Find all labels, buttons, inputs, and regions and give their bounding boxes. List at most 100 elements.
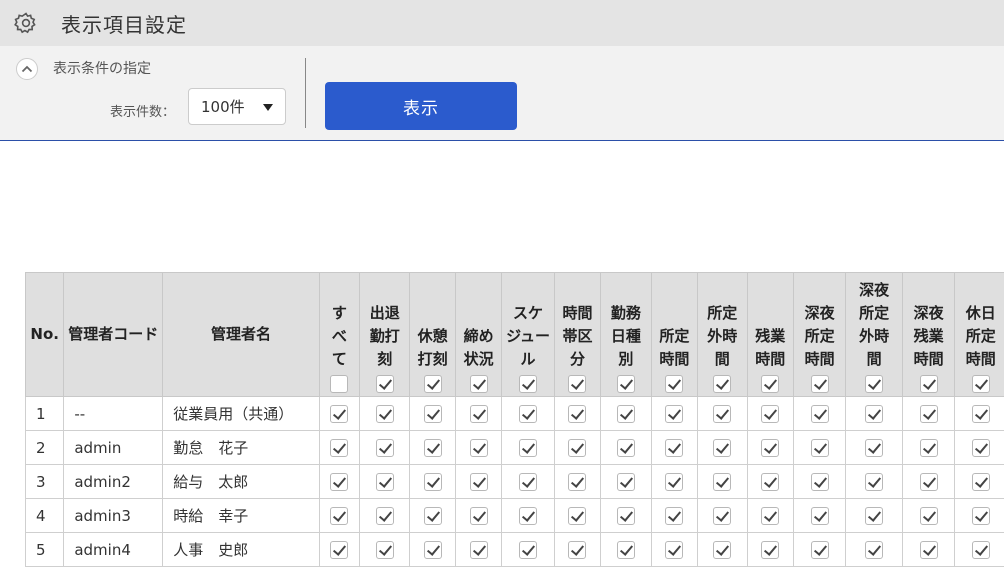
column-header: 出退 勤打 刻	[359, 272, 411, 397]
row-item-checkbox[interactable]	[761, 404, 780, 423]
row-item-checkbox[interactable]	[665, 438, 684, 457]
row-item-checkbox[interactable]	[375, 506, 394, 525]
row-item-checkbox[interactable]	[810, 404, 829, 423]
row-item-checkbox[interactable]	[971, 540, 990, 559]
row-item-checkbox[interactable]	[761, 472, 780, 491]
cell-checkbox	[454, 498, 503, 533]
row-item-checkbox[interactable]	[375, 438, 394, 457]
cell-checkbox	[600, 464, 652, 499]
row-item-checkbox[interactable]	[519, 540, 538, 559]
row-item-checkbox[interactable]	[568, 506, 587, 525]
row-item-checkbox[interactable]	[375, 540, 394, 559]
row-item-checkbox[interactable]	[761, 438, 780, 457]
row-item-checkbox[interactable]	[865, 506, 884, 525]
cell-checkbox	[454, 430, 503, 465]
row-item-checkbox[interactable]	[665, 540, 684, 559]
row-item-checkbox[interactable]	[761, 506, 780, 525]
row-item-checkbox[interactable]	[330, 438, 349, 457]
column-toggle-checkbox[interactable]	[469, 375, 488, 393]
row-item-checkbox[interactable]	[616, 404, 635, 423]
row-item-checkbox[interactable]	[971, 438, 990, 457]
column-toggle-checkbox[interactable]	[971, 375, 990, 393]
row-item-checkbox[interactable]	[810, 506, 829, 525]
row-item-checkbox[interactable]	[519, 506, 538, 525]
row-item-checkbox[interactable]	[568, 438, 587, 457]
row-item-checkbox[interactable]	[423, 506, 442, 525]
row-item-checkbox[interactable]	[330, 404, 349, 423]
column-toggle-checkbox[interactable]	[375, 375, 394, 393]
count-select[interactable]: 100件	[188, 88, 286, 125]
row-item-checkbox[interactable]	[865, 540, 884, 559]
row-item-checkbox[interactable]	[919, 438, 938, 457]
row-item-checkbox[interactable]	[469, 438, 488, 457]
row-item-checkbox[interactable]	[568, 404, 587, 423]
column-toggle-checkbox[interactable]	[665, 375, 684, 393]
row-item-checkbox[interactable]	[665, 472, 684, 491]
column-header-label: 勤務 日種 別	[610, 304, 641, 368]
row-item-checkbox[interactable]	[810, 540, 829, 559]
row-item-checkbox[interactable]	[865, 438, 884, 457]
column-toggle-checkbox[interactable]	[865, 375, 884, 393]
row-item-checkbox[interactable]	[665, 506, 684, 525]
row-item-checkbox[interactable]	[865, 472, 884, 491]
row-item-checkbox[interactable]	[919, 404, 938, 423]
row-item-checkbox[interactable]	[616, 472, 635, 491]
column-toggle-checkbox[interactable]	[713, 375, 732, 393]
row-item-checkbox[interactable]	[423, 472, 442, 491]
row-item-checkbox[interactable]	[761, 540, 780, 559]
row-item-checkbox[interactable]	[423, 404, 442, 423]
row-item-checkbox[interactable]	[919, 506, 938, 525]
row-item-checkbox[interactable]	[568, 540, 587, 559]
row-item-checkbox[interactable]	[519, 404, 538, 423]
column-toggle-checkbox[interactable]	[761, 375, 780, 393]
row-item-checkbox[interactable]	[330, 540, 349, 559]
row-item-checkbox[interactable]	[971, 506, 990, 525]
row-item-checkbox[interactable]	[375, 472, 394, 491]
row-item-checkbox[interactable]	[469, 404, 488, 423]
cell-checkbox	[746, 532, 794, 567]
row-item-checkbox[interactable]	[665, 404, 684, 423]
row-item-checkbox[interactable]	[519, 472, 538, 491]
row-item-checkbox[interactable]	[971, 472, 990, 491]
chevron-up-icon[interactable]	[16, 58, 38, 80]
row-item-checkbox[interactable]	[469, 472, 488, 491]
row-item-checkbox[interactable]	[713, 404, 732, 423]
row-item-checkbox[interactable]	[971, 404, 990, 423]
row-item-checkbox[interactable]	[713, 472, 732, 491]
row-item-checkbox[interactable]	[568, 472, 587, 491]
row-item-checkbox[interactable]	[713, 540, 732, 559]
row-item-checkbox[interactable]	[919, 472, 938, 491]
cell-checkbox	[501, 498, 555, 533]
column-toggle-checkbox[interactable]	[919, 375, 938, 393]
row-item-checkbox[interactable]	[423, 540, 442, 559]
row-item-checkbox[interactable]	[519, 438, 538, 457]
row-item-checkbox[interactable]	[375, 404, 394, 423]
row-item-checkbox[interactable]	[469, 506, 488, 525]
column-header: 休日 所定 時間	[954, 272, 1004, 397]
cell-checkbox	[409, 430, 456, 465]
column-toggle-checkbox[interactable]	[616, 375, 635, 393]
row-item-checkbox[interactable]	[469, 540, 488, 559]
row-item-checkbox[interactable]	[919, 540, 938, 559]
gear-icon[interactable]	[13, 10, 39, 36]
row-item-checkbox[interactable]	[423, 438, 442, 457]
row-item-checkbox[interactable]	[865, 404, 884, 423]
row-item-checkbox[interactable]	[330, 472, 349, 491]
row-item-checkbox[interactable]	[713, 438, 732, 457]
row-item-checkbox[interactable]	[616, 438, 635, 457]
row-item-checkbox[interactable]	[616, 540, 635, 559]
cell-code: admin4	[63, 532, 164, 567]
show-button[interactable]: 表示	[325, 82, 517, 130]
column-toggle-checkbox[interactable]	[810, 375, 829, 393]
column-toggle-checkbox[interactable]	[330, 375, 349, 393]
cell-checkbox	[359, 430, 411, 465]
row-item-checkbox[interactable]	[810, 472, 829, 491]
row-item-checkbox[interactable]	[713, 506, 732, 525]
column-toggle-checkbox[interactable]	[423, 375, 442, 393]
cell-name: 人事 史郎	[162, 532, 320, 567]
column-toggle-checkbox[interactable]	[519, 375, 538, 393]
row-item-checkbox[interactable]	[330, 506, 349, 525]
row-item-checkbox[interactable]	[616, 506, 635, 525]
column-toggle-checkbox[interactable]	[568, 375, 587, 393]
row-item-checkbox[interactable]	[810, 438, 829, 457]
